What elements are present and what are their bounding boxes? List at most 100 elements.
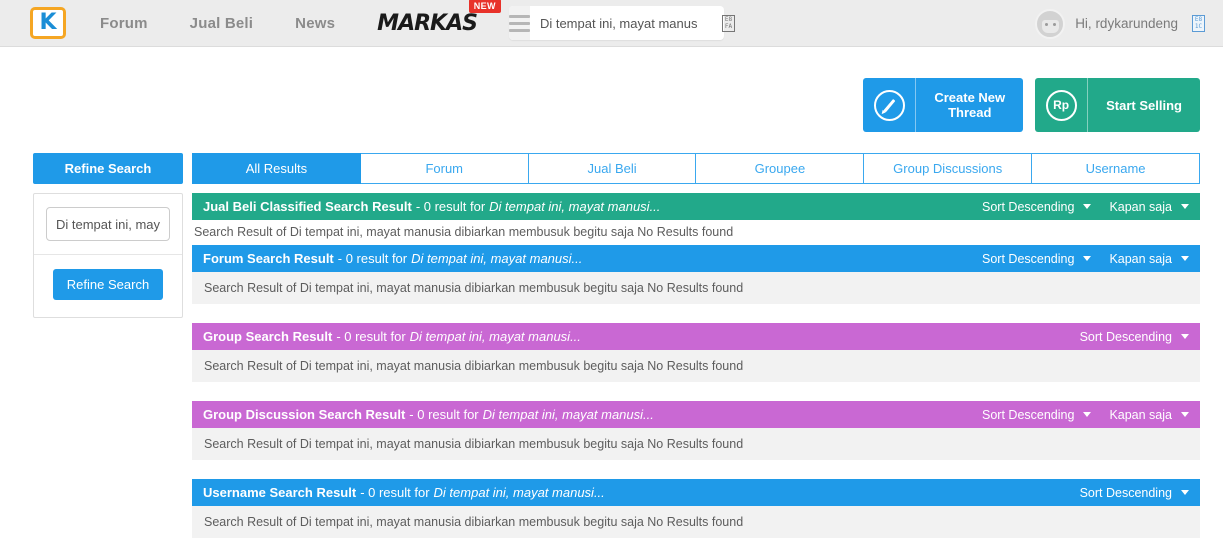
result-block: Jual Beli Classified Search Result - 0 r… (192, 193, 1200, 244)
result-block-body: Search Result of Di tempat ini, mayat ma… (192, 350, 1200, 382)
nav-item-news[interactable]: News (295, 15, 335, 32)
result-block-body: Search Result of Di tempat ini, mayat ma… (192, 428, 1200, 460)
result-meta: - 0 result for (409, 407, 479, 422)
sort-dropdown-label: Sort Descending (982, 251, 1075, 266)
tab-all-results[interactable]: All Results (192, 153, 361, 184)
result-meta: - 0 result for (360, 485, 430, 500)
result-query: Di tempat ini, mayat manusi... (482, 407, 654, 422)
refine-button-row: Refine Search (34, 255, 182, 317)
result-block-body: Search Result of Di tempat ini, mayat ma… (192, 506, 1200, 538)
chevron-down-icon (1181, 334, 1189, 339)
date-filter-dropdown[interactable]: Kapan saja (1109, 408, 1189, 422)
sidebar: Refine Search Refine Search (33, 153, 183, 538)
tab-groupee[interactable]: Groupee (696, 153, 865, 184)
sort-dropdown-label: Sort Descending (1079, 485, 1172, 500)
results-content: All Results Forum Jual Beli Groupee Grou… (192, 153, 1200, 538)
user-area: Hi, rdykarundeng E8 1C (1035, 0, 1205, 47)
markas-brand[interactable]: MARKAS NEW (377, 0, 501, 36)
date-filter-label: Kapan saja (1109, 199, 1172, 214)
chevron-down-icon (1181, 256, 1189, 261)
user-menu-icon-glyph: E8 1C (1192, 15, 1205, 32)
refine-search-header[interactable]: Refine Search (33, 153, 183, 184)
kaskus-logo[interactable]: K (30, 7, 66, 39)
result-title: Forum Search Result (203, 251, 334, 266)
create-new-thread-label: Create New Thread (916, 90, 1023, 120)
markas-label: MARKAS (377, 10, 477, 36)
date-filter-label: Kapan saja (1109, 407, 1172, 422)
user-menu-icon[interactable]: E8 1C (1192, 15, 1205, 32)
result-title: Username Search Result (203, 485, 357, 500)
create-thread-line1: Create New (934, 90, 1006, 105)
result-query: Di tempat ini, mayat manusi... (489, 199, 661, 214)
result-block-header: Forum Search Result - 0 result for Di te… (192, 245, 1200, 272)
result-query: Di tempat ini, mayat manusi... (411, 251, 583, 266)
result-meta: - 0 result for (336, 329, 406, 344)
refine-field-row (34, 194, 182, 255)
primary-nav-links: Forum Jual Beli News MARKAS NEW (100, 0, 501, 36)
rupiah-icon-text: Rp (1045, 89, 1077, 121)
sort-dropdown-label: Sort Descending (982, 199, 1075, 214)
hamburger-icon[interactable] (508, 6, 530, 40)
search-input[interactable] (529, 6, 722, 40)
result-block-body: Search Result of Di tempat ini, mayat ma… (192, 272, 1200, 304)
chevron-down-icon (1083, 256, 1092, 261)
action-button-bar: Create New Thread Rp Start Selling (0, 47, 1223, 132)
nav-item-forum[interactable]: Forum (100, 15, 148, 32)
search-icon-glyph: E8 FA (721, 14, 735, 32)
chevron-down-icon (1181, 412, 1189, 417)
result-block-header: Jual Beli Classified Search Result - 0 r… (192, 193, 1200, 220)
logo-letter: K (39, 10, 57, 35)
sort-dropdown-label: Sort Descending (982, 407, 1075, 422)
tab-group-discussions[interactable]: Group Discussions (864, 153, 1033, 184)
pencil-icon (863, 78, 917, 132)
result-block-body: Search Result of Di tempat ini, mayat ma… (194, 225, 734, 239)
create-thread-line2: Thread (948, 105, 992, 120)
start-selling-label: Start Selling (1106, 97, 1182, 113)
tab-username[interactable]: Username (1032, 153, 1200, 184)
greeting-text: Hi, rdykarundeng (1075, 16, 1178, 31)
main-layout: Refine Search Refine Search All Results … (0, 132, 1223, 538)
result-title: Group Discussion Search Result (203, 407, 406, 422)
result-block-header: Group Search Result - 0 result for Di te… (192, 323, 1200, 350)
chevron-down-icon (1181, 204, 1189, 209)
result-title: Group Search Result (203, 329, 333, 344)
refine-search-button[interactable]: Refine Search (52, 269, 164, 300)
date-filter-label: Kapan saja (1109, 251, 1172, 266)
sort-dropdown[interactable]: Sort Descending (982, 251, 1092, 266)
avatar[interactable] (1035, 8, 1066, 39)
result-meta: - 0 result for (415, 199, 486, 214)
global-search-bar: E8FA (508, 6, 735, 40)
result-query: Di tempat ini, mayat manusi... (409, 329, 581, 344)
sort-dropdown-label: Sort Descending (1079, 329, 1172, 344)
sort-dropdown[interactable]: Sort Descending (1080, 330, 1189, 344)
new-badge: NEW (468, 0, 501, 13)
result-meta: - 0 result for (337, 251, 408, 266)
result-block: Group Discussion Search Result - 0 resul… (192, 401, 1200, 460)
top-navigation-bar: K Forum Jual Beli News MARKAS NEW E8FA H… (0, 0, 1223, 47)
search-icon[interactable]: E8 FA (721, 6, 735, 40)
result-query: Di tempat ini, mayat manusi... (433, 485, 605, 500)
date-filter-dropdown[interactable]: Kapan saja (1109, 200, 1189, 214)
rupiah-icon: Rp (1035, 78, 1089, 132)
create-new-thread-button[interactable]: Create New Thread (863, 78, 1024, 132)
result-block: Forum Search Result - 0 result for Di te… (192, 245, 1200, 304)
sort-dropdown[interactable]: Sort Descending (982, 407, 1092, 422)
sort-dropdown[interactable]: Sort Descending (1080, 486, 1189, 500)
result-title: Jual Beli Classified Search Result (203, 199, 412, 214)
date-filter-dropdown[interactable]: Kapan saja (1109, 252, 1189, 266)
result-block-header: Group Discussion Search Result - 0 resul… (192, 401, 1200, 428)
results-tabs: All Results Forum Jual Beli Groupee Grou… (192, 153, 1200, 184)
chevron-down-icon (1083, 204, 1092, 209)
result-block-header: Username Search Result - 0 result for Di… (192, 479, 1200, 506)
tab-forum[interactable]: Forum (360, 153, 529, 184)
result-block: Username Search Result - 0 result for Di… (192, 479, 1200, 538)
nav-item-jual-beli[interactable]: Jual Beli (190, 15, 254, 32)
refine-search-panel: Refine Search (33, 193, 183, 318)
result-block: Group Search Result - 0 result for Di te… (192, 323, 1200, 382)
start-selling-button[interactable]: Rp Start Selling (1035, 78, 1200, 132)
sort-dropdown[interactable]: Sort Descending (982, 199, 1092, 214)
tab-jual-beli[interactable]: Jual Beli (528, 153, 697, 184)
chevron-down-icon (1083, 412, 1092, 417)
refine-search-input[interactable] (46, 207, 170, 241)
chevron-down-icon (1181, 490, 1189, 495)
